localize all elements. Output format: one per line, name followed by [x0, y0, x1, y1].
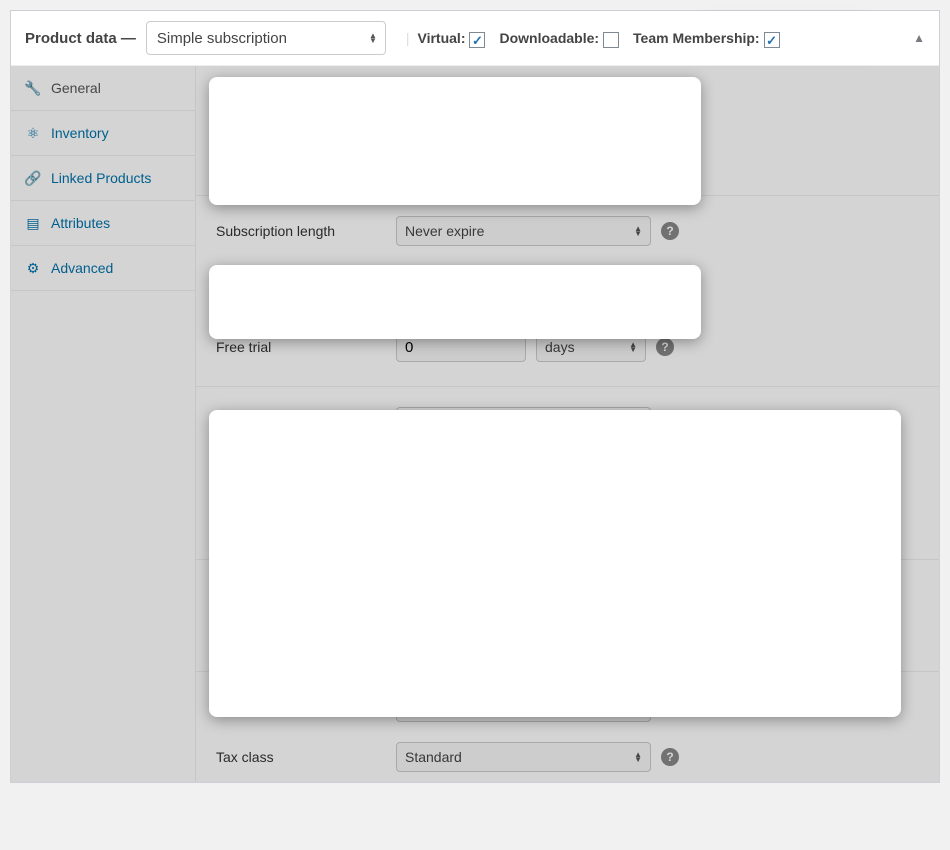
sidebar-item-label: Attributes [51, 215, 110, 231]
sale-price-suffix: every month [661, 414, 738, 430]
sub-price-input[interactable] [396, 136, 466, 166]
sub-price-label: Per-member subscription price ($) [216, 136, 396, 175]
manage-plan-prompt: Need to add or edit a plan? [216, 637, 385, 653]
access-value: Silver [405, 587, 440, 603]
virtual-label: Virtual: [418, 30, 466, 46]
max-members-input[interactable] [396, 507, 651, 537]
access-label: Team members will have access to [216, 580, 396, 619]
list-icon: ▤ [25, 215, 41, 231]
atom-icon: ⚛ [25, 125, 41, 141]
sidebar-item-general[interactable]: 🔧 General [11, 66, 195, 111]
team-pricing-select[interactable]: Per Member ▲▼ [396, 86, 516, 116]
team-membership-label: Team Membership: [633, 30, 760, 46]
help-icon[interactable]: ? [656, 142, 674, 160]
chevron-up-down-icon: ▲▼ [634, 590, 642, 600]
tax-status-value: Taxable [405, 699, 453, 715]
sub-interval-select[interactable]: every ▲▼ [476, 136, 556, 166]
max-members-label: Maximum member count [216, 507, 396, 530]
min-members-input[interactable] [396, 457, 651, 487]
team-pricing-value: Per Member [405, 93, 482, 109]
help-icon[interactable]: ? [661, 748, 679, 766]
min-members-label: Minimum member count [216, 457, 396, 480]
team-pricing-label: Team Pricing [216, 86, 396, 109]
sub-length-value: Never expire [405, 223, 484, 239]
panel-body: 🔧 General ⚛ Inventory 🔗 Linked Products … [11, 66, 939, 782]
signup-fee-label: Per-member sign-up fee ($) [216, 274, 396, 297]
chevron-up-down-icon: ▲▼ [634, 702, 642, 712]
team-membership-checkbox[interactable] [764, 32, 780, 48]
signup-fee-input[interactable] [396, 274, 651, 304]
chevron-up-down-icon: ▲▼ [629, 342, 637, 352]
free-trial-unit-select[interactable]: days ▲▼ [536, 332, 646, 362]
chevron-up-down-icon: ▲▼ [629, 146, 637, 156]
product-type-select[interactable]: Simple subscription ▲▼ [146, 21, 386, 55]
sidebar-item-advanced[interactable]: ⚙ Advanced [11, 246, 195, 291]
divider: | [406, 30, 410, 46]
free-trial-input[interactable] [396, 332, 526, 362]
tax-class-value: Standard [405, 749, 462, 765]
content-area: Team Pricing Per Member ▲▼ Per-member su… [196, 66, 939, 782]
chevron-up-down-icon: ▲▼ [539, 146, 547, 156]
sidebar: 🔧 General ⚛ Inventory 🔗 Linked Products … [11, 66, 196, 782]
schedule-link[interactable]: Schedule [748, 414, 806, 430]
chevron-up-down-icon: ▲▼ [634, 226, 642, 236]
sidebar-item-attributes[interactable]: ▤ Attributes [11, 201, 195, 246]
chevron-up-down-icon: ▲▼ [369, 33, 377, 43]
virtual-checkbox[interactable] [469, 32, 485, 48]
sub-length-label: Subscription length [216, 216, 396, 239]
tax-class-label: Tax class [216, 742, 396, 765]
gear-icon: ⚙ [25, 260, 41, 276]
help-icon[interactable]: ? [661, 698, 679, 716]
sidebar-item-linked-products[interactable]: 🔗 Linked Products [11, 156, 195, 201]
sub-period-value: month [575, 143, 614, 159]
sidebar-item-label: Linked Products [51, 170, 151, 186]
tax-class-select[interactable]: Standard ▲▼ [396, 742, 651, 772]
chevron-up-down-icon: ▲▼ [499, 96, 507, 106]
sub-interval-value: every [485, 143, 519, 159]
wrench-icon: 🔧 [25, 80, 41, 96]
chevron-up-down-icon: ▲▼ [634, 752, 642, 762]
sale-price-input[interactable] [396, 407, 651, 437]
product-type-value: Simple subscription [157, 30, 287, 47]
sub-length-select[interactable]: Never expire ▲▼ [396, 216, 651, 246]
panel-header: Product data — Simple subscription ▲▼ | … [11, 11, 939, 66]
free-trial-unit-value: days [545, 339, 575, 355]
tax-status-select[interactable]: Taxable ▲▼ [396, 692, 651, 722]
sub-period-select[interactable]: month ▲▼ [566, 136, 646, 166]
manage-plans-link[interactable]: Manage Membership Plans [389, 637, 559, 653]
downloadable-label: Downloadable: [499, 30, 599, 46]
sidebar-item-inventory[interactable]: ⚛ Inventory [11, 111, 195, 156]
free-trial-label: Free trial [216, 332, 396, 355]
downloadable-checkbox[interactable] [603, 32, 619, 48]
sidebar-item-label: Inventory [51, 125, 109, 141]
sidebar-item-label: General [51, 80, 101, 96]
collapse-caret-icon[interactable]: ▲ [913, 31, 925, 45]
sale-price-label: Per-member sale price ($) [216, 407, 396, 430]
help-icon[interactable]: ? [656, 338, 674, 356]
help-icon[interactable]: ? [661, 222, 679, 240]
product-data-panel: Product data — Simple subscription ▲▼ | … [10, 10, 940, 783]
panel-title: Product data — [25, 30, 136, 47]
access-select[interactable]: Silver ▲▼ [396, 580, 651, 610]
tax-status-label: Tax status [216, 692, 396, 715]
help-icon[interactable]: ? [661, 280, 679, 298]
link-icon: 🔗 [25, 170, 41, 186]
sidebar-item-label: Advanced [51, 260, 113, 276]
